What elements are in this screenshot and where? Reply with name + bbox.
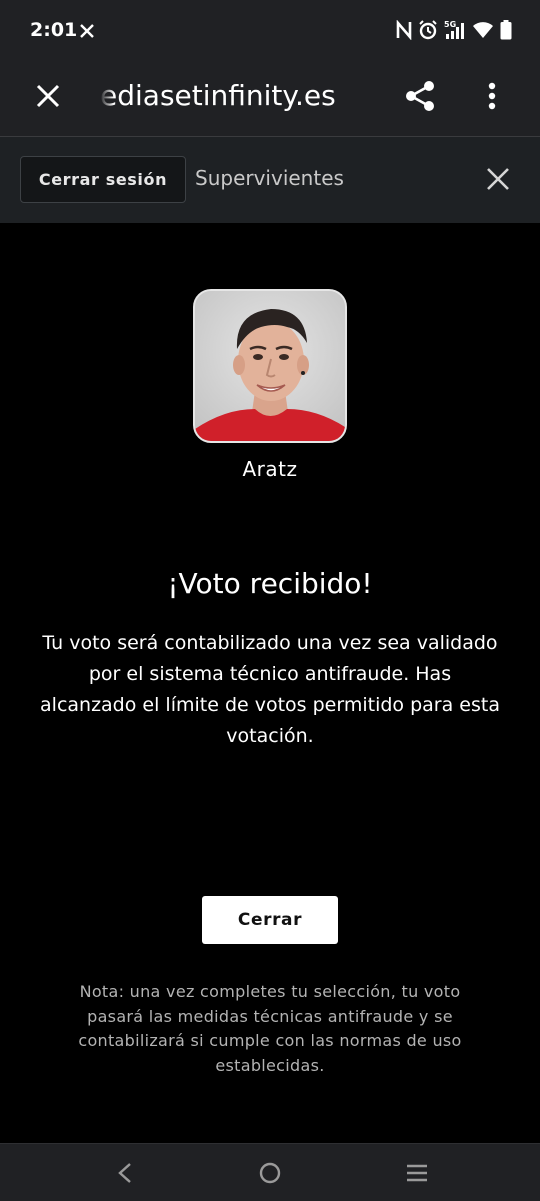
back-icon[interactable] <box>110 1158 140 1188</box>
candidate-name: Aratz <box>242 457 298 481</box>
close-button[interactable]: Cerrar <box>202 896 338 944</box>
page-header: Cerrar sesión Supervivientes <box>0 137 540 223</box>
home-icon[interactable] <box>255 1158 285 1188</box>
status-icons: 5G <box>396 18 512 42</box>
antifraud-note: Nota: una vez completes tu selección, tu… <box>78 982 462 1075</box>
close-icon[interactable] <box>30 78 66 114</box>
url-field[interactable]: ediasetinfinity.es <box>100 76 380 116</box>
share-icon[interactable] <box>400 76 440 116</box>
vote-confirmation-message: Tu voto será contabilizado una vez sea v… <box>40 632 500 747</box>
battery-icon <box>500 20 512 40</box>
more-vert-icon[interactable] <box>472 76 512 116</box>
candidate-avatar <box>193 289 347 443</box>
close-icon[interactable] <box>482 163 514 195</box>
vote-confirmation-title: ¡Voto recibido! <box>167 567 373 600</box>
page-title: Supervivientes <box>195 166 344 190</box>
system-nav-bar <box>0 1143 540 1201</box>
recents-icon[interactable] <box>402 1158 432 1188</box>
browser-toolbar: ediasetinfinity.es <box>0 58 540 137</box>
status-time: 2:01 <box>30 19 78 41</box>
alarm-icon <box>418 20 438 40</box>
network-label: 5G <box>444 20 456 29</box>
signal-icon: 5G <box>444 20 466 40</box>
nfc-icon <box>396 20 412 40</box>
x-app-icon <box>80 24 94 38</box>
wifi-icon <box>472 21 494 39</box>
status-bar: 2:01 5G <box>0 0 540 58</box>
logout-button[interactable]: Cerrar sesión <box>20 156 186 203</box>
